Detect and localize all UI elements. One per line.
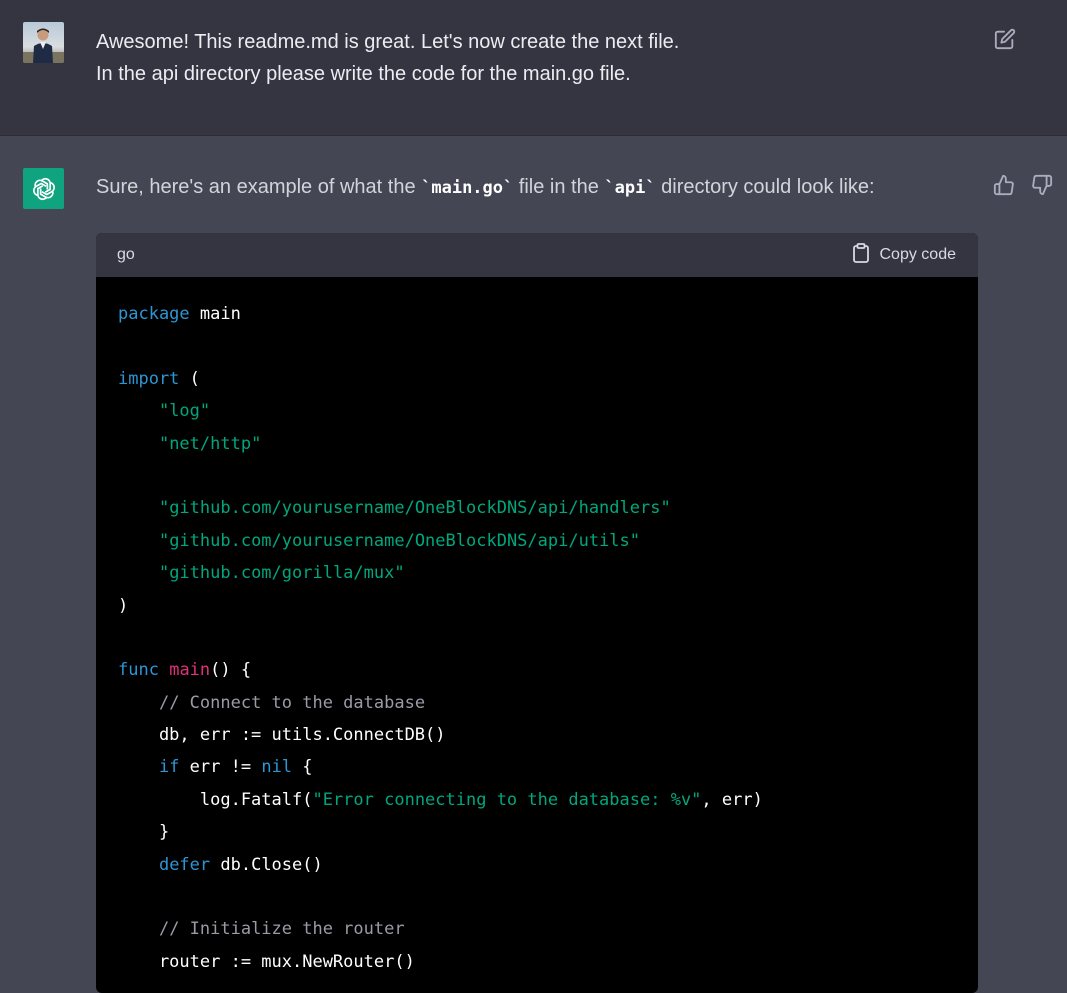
code-token: "Error connecting to the database: %v" <box>312 789 702 810</box>
code-token: nil <box>261 757 293 778</box>
code-line: "github.com/yourusername/OneBlockDNS/api… <box>118 525 956 557</box>
code-token: db, err := utils.ConnectDB() <box>118 725 446 746</box>
thumbs-up-icon[interactable] <box>993 174 1015 196</box>
code-line: import ( <box>118 363 956 395</box>
code-line: if err != nil { <box>118 751 956 783</box>
user-message-row: Awesome! This readme.md is great. Let's … <box>0 0 1067 136</box>
code-token: if <box>158 757 180 778</box>
code-line: "net/http" <box>118 428 956 460</box>
code-token: () { <box>210 660 252 681</box>
code-token: } <box>118 822 170 843</box>
code-token: log.Fatalf( <box>118 789 313 810</box>
code-line: ) <box>118 590 956 622</box>
code-line: "github.com/yourusername/OneBlockDNS/api… <box>118 492 956 524</box>
code-token: { <box>292 757 313 778</box>
code-line: "github.com/gorilla/mux" <box>118 557 956 589</box>
user-message-line: In the api directory please write the co… <box>96 63 631 85</box>
code-token: ) <box>118 595 129 616</box>
code-line: func main() { <box>118 654 956 686</box>
code-token: main <box>169 660 211 681</box>
intro-text: file in the <box>513 176 605 198</box>
code-line: } <box>118 816 956 848</box>
code-language-label: go <box>117 246 135 263</box>
code-token: "github.com/gorilla/mux" <box>158 563 405 584</box>
code-block: go Copy code package main import ( "log" … <box>96 233 978 993</box>
inline-code-main-go: `main.go` <box>421 178 514 198</box>
code-token: func <box>118 660 159 681</box>
code-block-header: go Copy code <box>96 233 978 277</box>
code-token: "log" <box>158 401 211 422</box>
code-token: package <box>118 304 190 324</box>
code-line: router := mux.NewRouter() <box>118 946 956 978</box>
edit-icon[interactable] <box>994 28 1016 50</box>
code-token: ( <box>179 368 200 389</box>
code-token: // Initialize the router <box>158 919 405 940</box>
copy-code-label: Copy code <box>879 246 957 263</box>
code-token: defer <box>158 854 211 875</box>
user-avatar <box>23 22 64 63</box>
assistant-message-intro: Sure, here's an example of what the `mai… <box>96 172 875 203</box>
code-line: "log" <box>118 395 956 427</box>
intro-text: Sure, here's an example of what the <box>96 176 422 198</box>
user-message-text: Awesome! This readme.md is great. Let's … <box>96 26 956 90</box>
code-token: , err) <box>701 789 763 810</box>
code-token: err != <box>179 757 262 778</box>
thumbs-down-icon[interactable] <box>1031 174 1053 196</box>
copy-code-button[interactable]: Copy code <box>852 242 957 268</box>
code-line: db, err := utils.ConnectDB() <box>118 719 956 751</box>
code-line: log.Fatalf("Error connecting to the data… <box>118 784 956 816</box>
code-line: package main <box>118 298 956 330</box>
intro-text: directory could look like: <box>655 176 875 198</box>
code-line: // Initialize the router <box>118 913 956 945</box>
code-token: import <box>118 368 180 389</box>
code-token: main <box>189 304 241 324</box>
code-body: package main import ( "log" "net/http" "g… <box>96 277 978 978</box>
assistant-message-row: Sure, here's an example of what the `mai… <box>0 136 1067 993</box>
code-line: defer db.Close() <box>118 849 956 881</box>
clipboard-icon <box>852 242 870 268</box>
code-token: "github.com/yourusername/OneBlockDNS/api… <box>158 498 671 519</box>
openai-logo-icon <box>23 168 64 209</box>
code-token: "github.com/yourusername/OneBlockDNS/api… <box>158 530 640 551</box>
code-token: "net/http" <box>158 433 262 454</box>
code-line: // Connect to the database <box>118 687 956 719</box>
code-token: // Connect to the database <box>158 692 426 713</box>
user-message-line: Awesome! This readme.md is great. Let's … <box>96 31 680 53</box>
inline-code-api: `api` <box>604 178 656 198</box>
code-token: db.Close() <box>210 854 323 875</box>
